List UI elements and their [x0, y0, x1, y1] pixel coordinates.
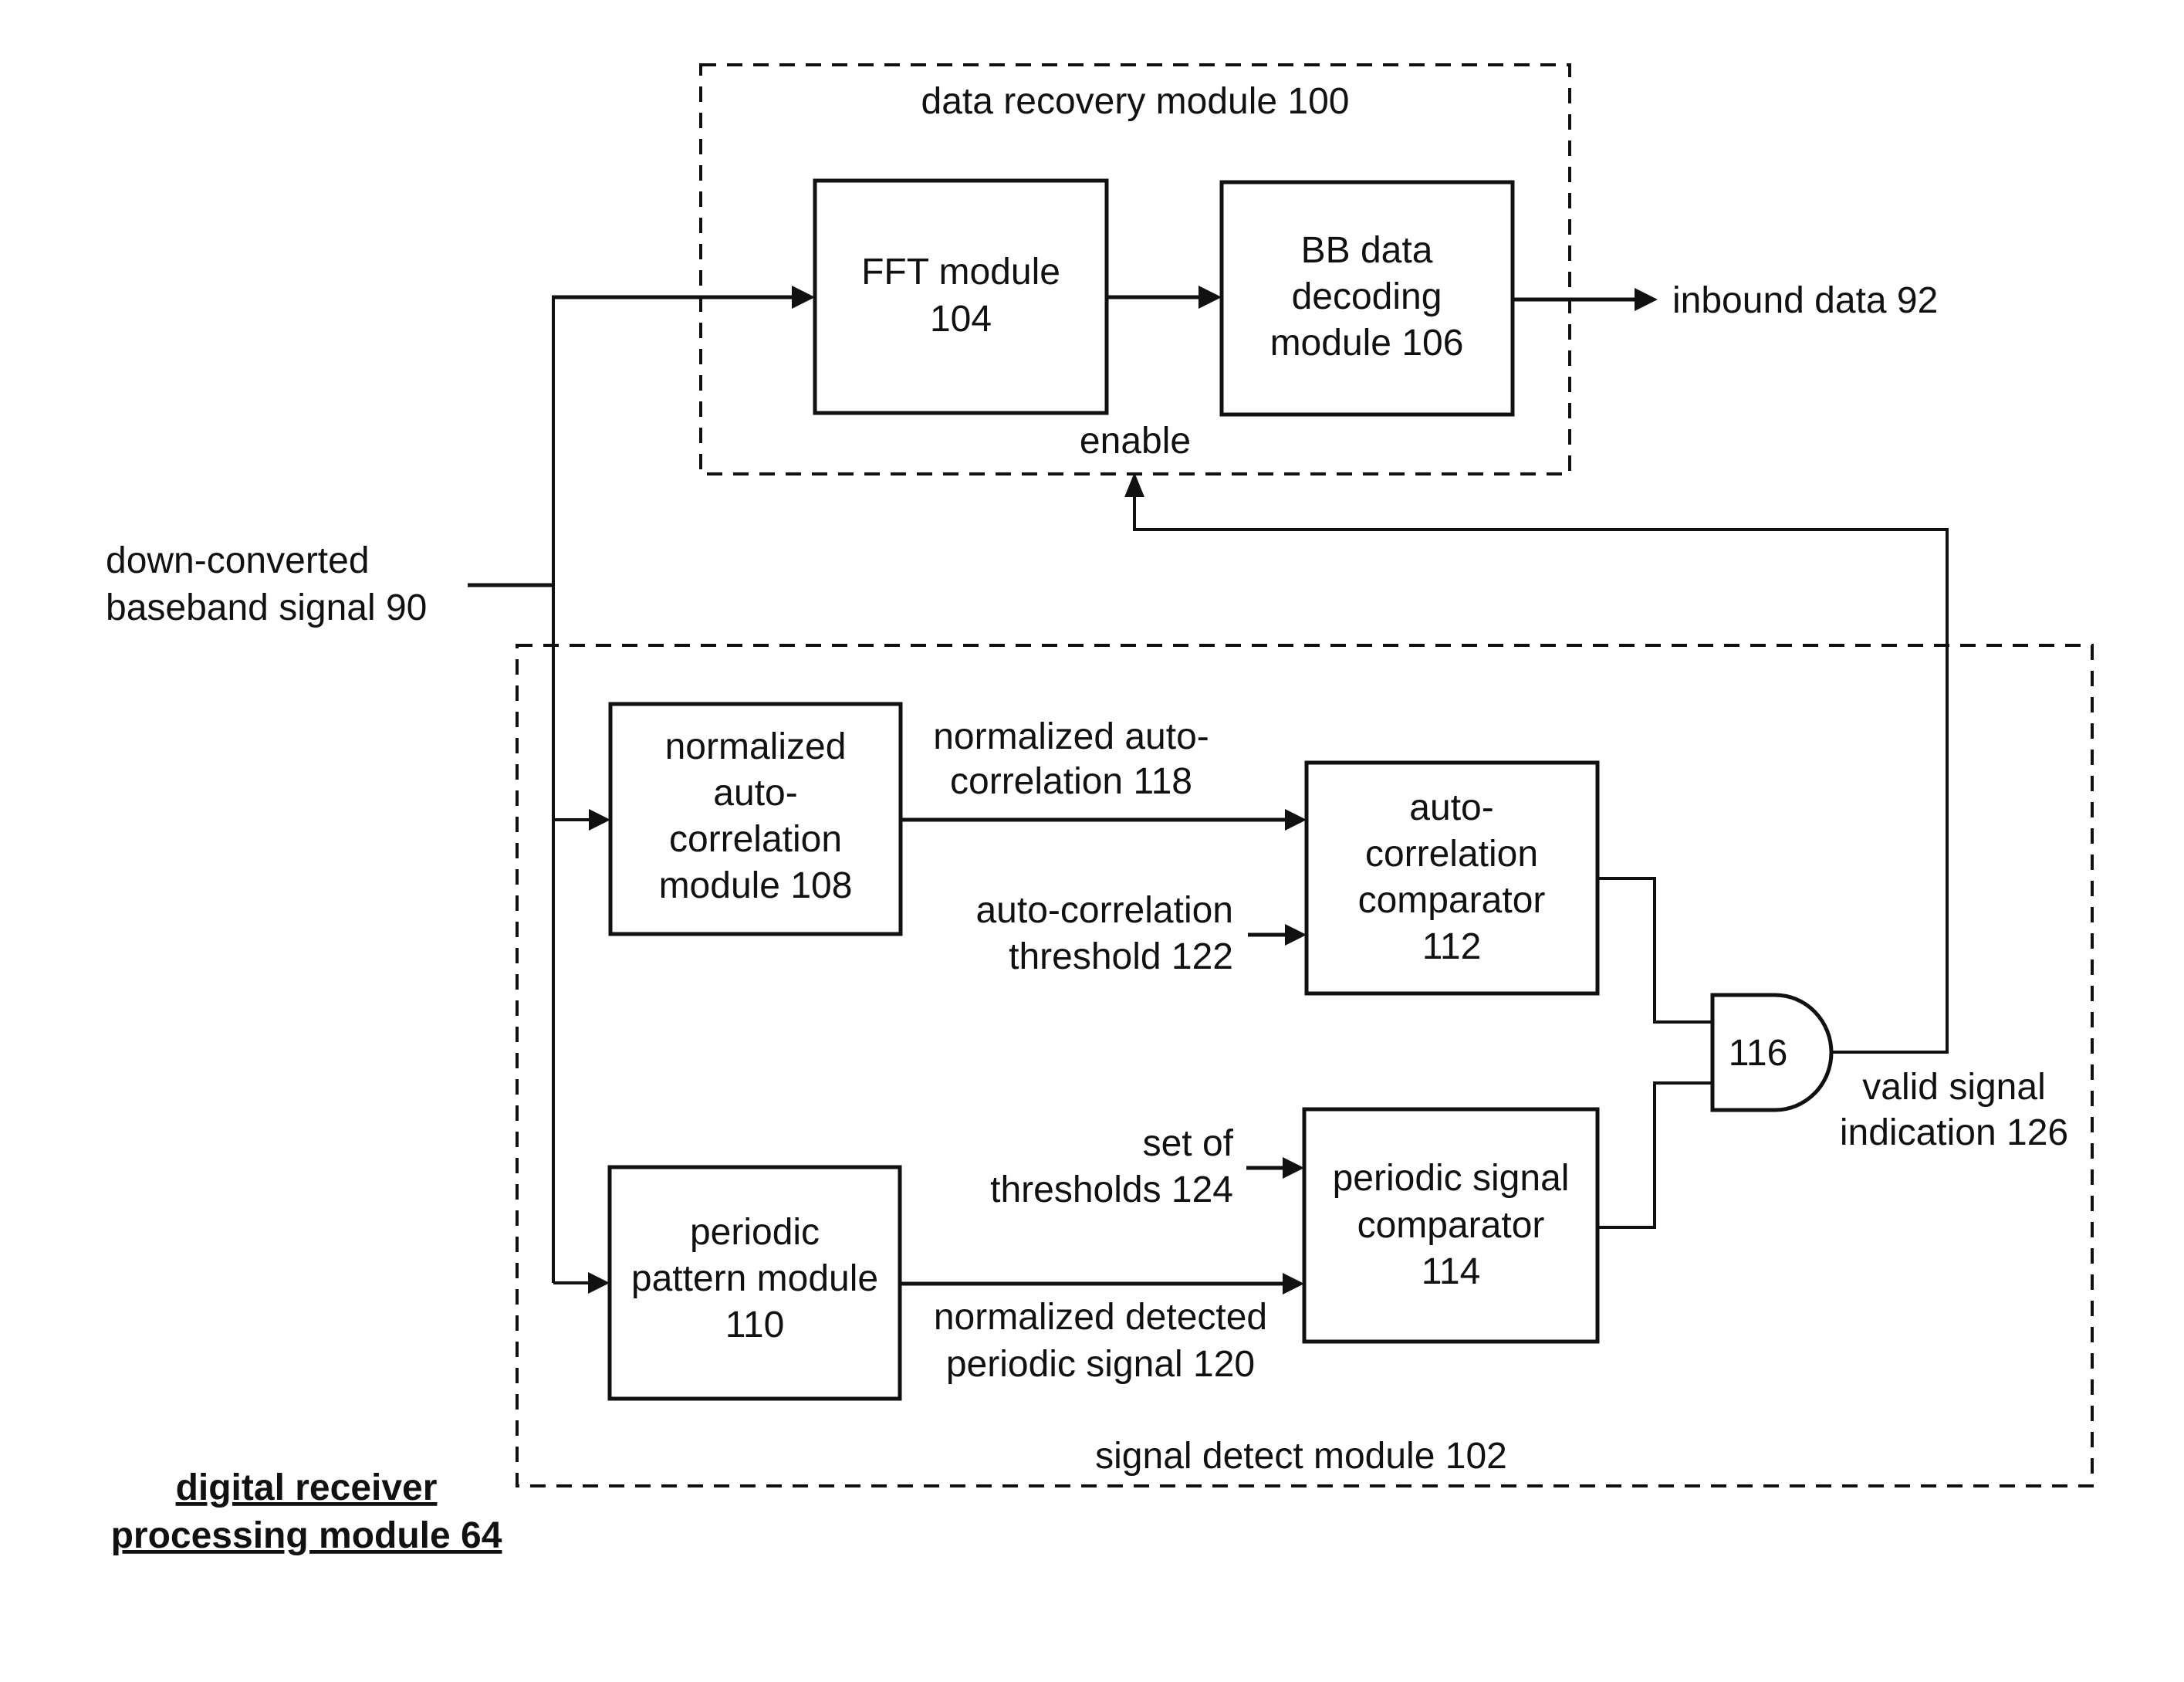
figure-title-line-1: digital receiver — [176, 1467, 438, 1508]
thresholds-124-label-line-1: set of — [1143, 1123, 1234, 1164]
periodic-120-label-line-1: normalized detected — [934, 1297, 1267, 1338]
periodic-comparator-label-line-2: comparator — [1357, 1205, 1545, 1246]
periodic-comparator-label-line-1: periodic signal — [1333, 1158, 1570, 1199]
bb-data-decoding-block[interactable]: BB data decoding module 106 — [1219, 180, 1515, 417]
autocorr-module-label-line-2: auto- — [713, 773, 797, 814]
input-signal-label-line-1: down-converted — [106, 540, 370, 581]
wire-autocorr-comparator-to-gate — [1597, 877, 1712, 1024]
inbound-data-label: inbound data 92 — [1672, 280, 1938, 321]
periodic-pattern-label-line-2: pattern module — [631, 1258, 878, 1299]
periodic-pattern-label-line-3: 110 — [725, 1305, 785, 1345]
autocorr-module-label-line-4: module 108 — [659, 865, 853, 906]
threshold-122-label-line-2: threshold 122 — [1009, 936, 1233, 977]
autocorr-comparator-label-line-4: 112 — [1422, 926, 1482, 967]
fft-module-label-line-1: FFT module — [861, 252, 1060, 293]
bb-decoding-label-line-1: BB data — [1301, 230, 1433, 271]
input-signal-label-line-2: baseband signal 90 — [106, 587, 427, 628]
wire-periodic-comparator-to-gate — [1597, 1081, 1712, 1229]
threshold-122-label-line-1: auto-correlation — [975, 890, 1233, 931]
figure-title-line-2: processing module 64 — [111, 1515, 502, 1556]
autocorr-118-label-line-2: correlation 118 — [950, 761, 1192, 802]
arrowhead-bb-input — [1198, 286, 1222, 309]
autocorr-comparator-label-line-2: correlation — [1365, 834, 1538, 875]
periodic-comparator-label-line-3: 114 — [1422, 1251, 1481, 1292]
thresholds-124-label-line-2: thresholds 124 — [990, 1169, 1233, 1210]
arrowhead-periodic-120 — [1283, 1273, 1304, 1294]
fft-module-block[interactable]: FFT module 104 — [813, 178, 1109, 415]
autocorr-module-label-line-3: correlation — [669, 819, 842, 860]
block-diagram: data recovery module 100 signal detect m… — [106, 63, 2094, 1556]
arrowhead-inbound-data — [1635, 288, 1658, 311]
fft-module-label-line-2: 104 — [930, 299, 992, 340]
arrowhead-enable — [1124, 472, 1144, 497]
autocorr-comparator-label-line-1: auto- — [1409, 787, 1493, 828]
enable-label: enable — [1080, 421, 1191, 462]
bb-decoding-label-line-2: decoding — [1292, 276, 1442, 317]
arrowhead-periodic-module-input — [588, 1272, 610, 1294]
normalized-autocorrelation-block[interactable]: normalized auto- correlation module 108 — [608, 702, 903, 936]
bb-decoding-label-line-3: module 106 — [1270, 323, 1464, 364]
periodic-pattern-label-line-1: periodic — [690, 1212, 820, 1253]
autocorr-module-label-line-1: normalized — [665, 726, 847, 767]
and-gate-label: 116 — [1729, 1033, 1788, 1074]
arrowhead-autocorr-module-input — [589, 809, 610, 831]
valid-signal-126-label-line-2: indication 126 — [1840, 1112, 2068, 1153]
signal-detect-module-label: signal detect module 102 — [1095, 1436, 1507, 1477]
data-recovery-module-label: data recovery module 100 — [921, 81, 1350, 122]
arrowhead-threshold-122 — [1285, 924, 1307, 946]
arrowhead-autocorr-118 — [1285, 809, 1307, 831]
arrowhead-fft-input — [792, 286, 815, 309]
periodic-pattern-block[interactable]: periodic pattern module 110 — [607, 1165, 902, 1401]
periodic-120-label-line-2: periodic signal 120 — [946, 1344, 1255, 1385]
and-gate-116[interactable]: 116 — [1710, 993, 1834, 1112]
valid-signal-126-label-line-1: valid signal — [1862, 1067, 2045, 1108]
autocorr-comparator-label-line-3: comparator — [1358, 880, 1546, 921]
autocorrelation-comparator-block[interactable]: auto- correlation comparator 112 — [1304, 760, 1600, 996]
arrowhead-thresholds-124 — [1283, 1157, 1304, 1179]
autocorr-118-label-line-1: normalized auto- — [933, 716, 1209, 757]
periodic-signal-comparator-block[interactable]: periodic signal comparator 114 — [1302, 1107, 1600, 1344]
